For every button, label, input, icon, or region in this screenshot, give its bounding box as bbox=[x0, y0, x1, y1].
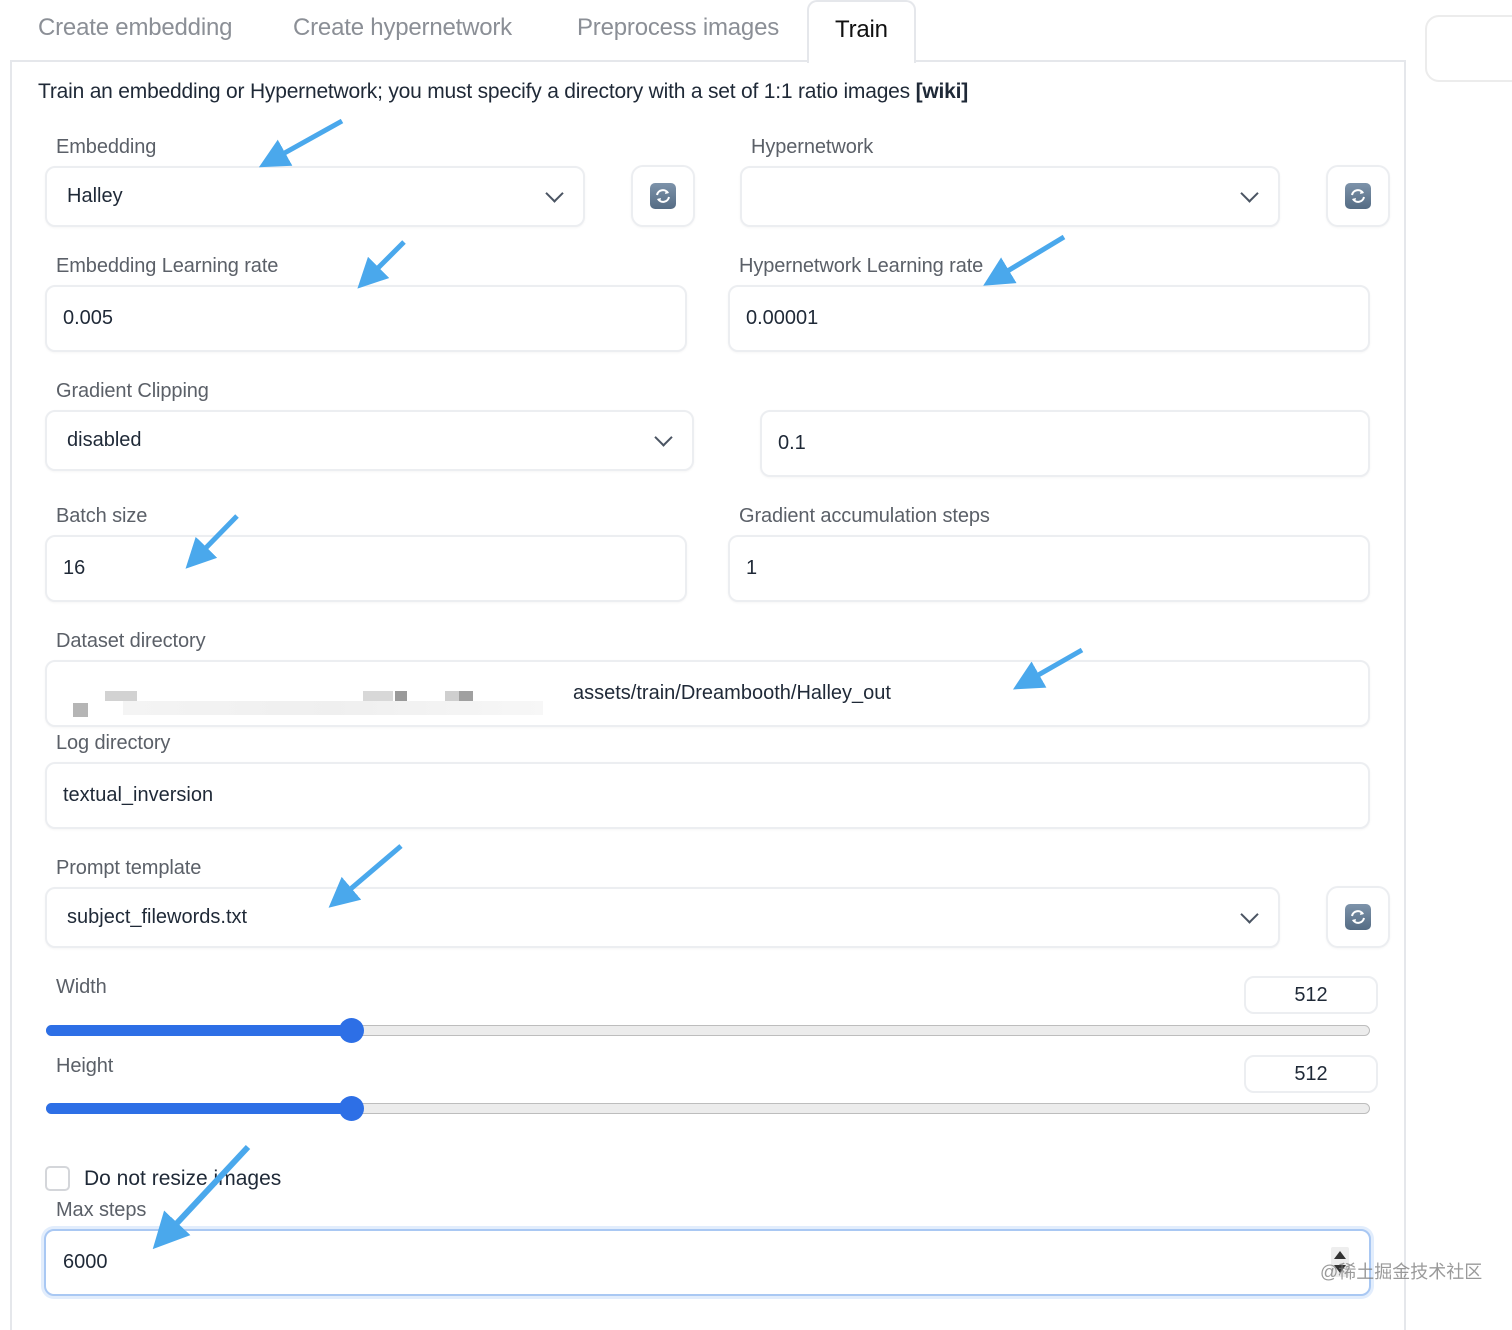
tab-bar: Create embedding Create hypernetwork Pre… bbox=[10, 0, 1406, 63]
embedding-label: Embedding bbox=[56, 136, 157, 158]
hypernetwork-label: Hypernetwork bbox=[751, 136, 874, 158]
redacted-path-prefix bbox=[63, 679, 573, 717]
train-description: Train an embedding or Hypernetwork; you … bbox=[38, 80, 968, 104]
slider-thumb[interactable] bbox=[338, 1096, 364, 1121]
chevron-down-icon bbox=[1240, 904, 1259, 924]
description-text: Train an embedding or Hypernetwork; you … bbox=[38, 80, 916, 103]
refresh-icon bbox=[650, 183, 676, 209]
hypernetwork-select[interactable] bbox=[740, 166, 1280, 227]
gradient-clip-value-input[interactable]: 0.1 bbox=[760, 410, 1370, 477]
hypernetwork-lr-label: Hypernetwork Learning rate bbox=[739, 255, 984, 277]
hypernetwork-lr-value: 0.00001 bbox=[746, 307, 819, 329]
refresh-icon bbox=[1345, 904, 1371, 930]
gradient-clipping-label: Gradient Clipping bbox=[56, 380, 209, 402]
embedding-lr-value: 0.005 bbox=[63, 307, 114, 329]
gradient-clipping-select[interactable]: disabled bbox=[45, 410, 694, 471]
chevron-down-icon bbox=[654, 427, 673, 447]
embedding-lr-label: Embedding Learning rate bbox=[56, 255, 279, 277]
hypernetwork-refresh-button[interactable] bbox=[1326, 165, 1390, 227]
no-resize-checkbox[interactable] bbox=[45, 1166, 70, 1191]
batch-size-input[interactable]: 16 bbox=[45, 535, 687, 602]
max-steps-label: Max steps bbox=[56, 1199, 147, 1221]
log-dir-input[interactable]: textual_inversion bbox=[45, 762, 1370, 829]
prompt-template-refresh-button[interactable] bbox=[1326, 886, 1390, 948]
tab-train[interactable]: Train bbox=[807, 0, 916, 63]
slider-fill bbox=[46, 1103, 351, 1114]
prompt-template-label: Prompt template bbox=[56, 857, 202, 879]
dataset-dir-label: Dataset directory bbox=[56, 630, 206, 652]
width-number-input[interactable]: 512 bbox=[1244, 976, 1378, 1014]
batch-size-value: 16 bbox=[63, 557, 86, 579]
side-panel-box bbox=[1425, 15, 1512, 82]
embedding-refresh-button[interactable] bbox=[631, 165, 695, 227]
embedding-select[interactable]: Halley bbox=[45, 166, 585, 227]
width-slider[interactable] bbox=[46, 1018, 1370, 1043]
prompt-template-select[interactable]: subject_filewords.txt bbox=[45, 887, 1280, 948]
chevron-down-icon bbox=[1240, 183, 1259, 203]
refresh-icon bbox=[1345, 183, 1371, 209]
max-steps-value: 6000 bbox=[63, 1251, 108, 1273]
height-label: Height bbox=[56, 1055, 114, 1077]
slider-fill bbox=[46, 1025, 351, 1036]
wiki-link[interactable]: [wiki] bbox=[916, 80, 969, 103]
embedding-lr-input[interactable]: 0.005 bbox=[45, 285, 687, 352]
prompt-template-value: subject_filewords.txt bbox=[67, 906, 248, 928]
gradient-clipping-value: disabled bbox=[67, 429, 142, 451]
tab-preprocess-images[interactable]: Preprocess images bbox=[577, 14, 779, 42]
height-number-input[interactable]: 512 bbox=[1244, 1055, 1378, 1093]
tab-create-embedding[interactable]: Create embedding bbox=[38, 14, 232, 42]
grad-accum-label: Gradient accumulation steps bbox=[739, 505, 990, 527]
watermark: @稀土掘金技术社区 bbox=[1320, 1262, 1483, 1282]
width-value: 512 bbox=[1294, 983, 1328, 1006]
gradient-clip-value: 0.1 bbox=[778, 432, 806, 454]
embedding-value: Halley bbox=[67, 185, 123, 207]
max-steps-input[interactable]: 6000 bbox=[44, 1229, 1371, 1296]
height-value: 512 bbox=[1294, 1062, 1328, 1085]
grad-accum-input[interactable]: 1 bbox=[728, 535, 1370, 602]
tab-create-hypernetwork[interactable]: Create hypernetwork bbox=[293, 14, 512, 42]
height-slider[interactable] bbox=[46, 1096, 1370, 1121]
log-dir-label: Log directory bbox=[56, 732, 171, 754]
chevron-down-icon bbox=[545, 183, 564, 203]
slider-thumb[interactable] bbox=[338, 1018, 364, 1043]
hypernetwork-lr-input[interactable]: 0.00001 bbox=[728, 285, 1370, 352]
no-resize-label[interactable]: Do not resize images bbox=[84, 1167, 281, 1191]
batch-size-label: Batch size bbox=[56, 505, 148, 527]
log-dir-value: textual_inversion bbox=[63, 784, 214, 806]
grad-accum-value: 1 bbox=[746, 557, 758, 579]
width-label: Width bbox=[56, 976, 107, 998]
dataset-dir-value: assets/train/Dreambooth/Halley_out bbox=[573, 682, 891, 704]
dataset-dir-input[interactable]: assets/train/Dreambooth/Halley_out bbox=[45, 660, 1370, 727]
